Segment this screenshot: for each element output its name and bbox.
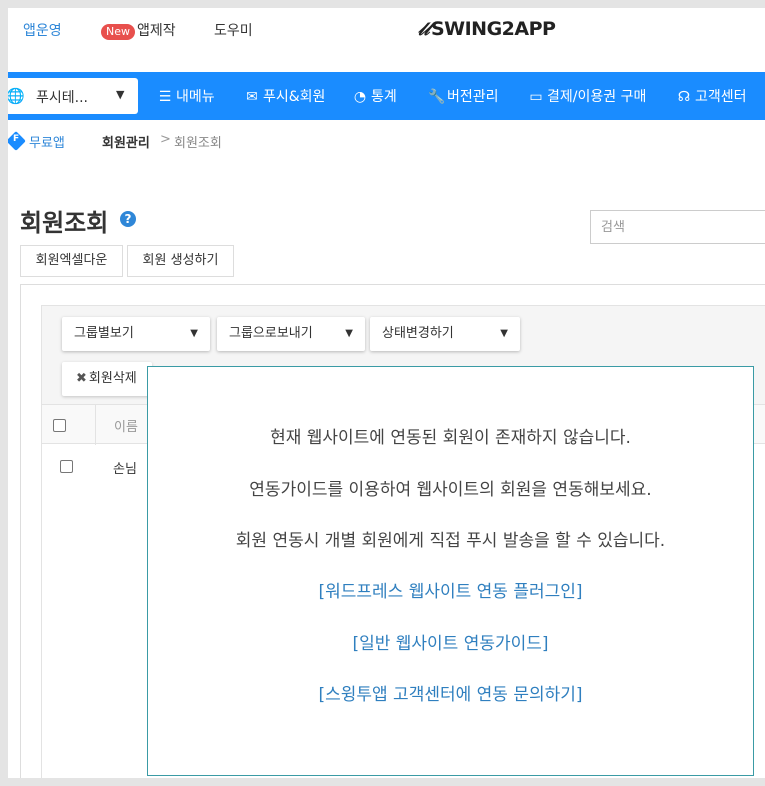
menu-item-version[interactable]: 🔧 버전관리 — [428, 86, 499, 106]
app-selector-label: 푸시테... — [36, 90, 88, 106]
menu-item-label: 고객센터 — [695, 89, 747, 105]
menu-item-label: 버전관리 — [447, 89, 499, 105]
group-view-dropdown[interactable]: 그룹별보기 ▼ — [62, 317, 210, 351]
globe-icon: 🌐 — [8, 87, 25, 105]
menu-icon: ☰ — [158, 89, 172, 105]
breadcrumb-separator: > — [160, 132, 171, 147]
breadcrumb-app[interactable]: 무료앱 — [29, 132, 65, 151]
menu-item-my-menu[interactable]: ☰ 내메뉴 — [157, 86, 215, 106]
menu-item-label: 결제/이용권 구매 — [547, 89, 647, 105]
menu-item-push-member[interactable]: ✉ 푸시&회원 — [244, 86, 325, 106]
change-status-dropdown[interactable]: 상태변경하기 ▼ — [370, 317, 520, 351]
menu-item-label: 통계 — [371, 89, 397, 105]
page-title: 회원조회 — [20, 209, 109, 237]
column-header-name[interactable]: 이름 — [114, 416, 138, 435]
dropdown-label: 상태변경하기 — [382, 326, 454, 341]
wordpress-plugin-link[interactable]: [워드프레스 웹사이트 연동 플러그인] — [148, 577, 753, 602]
delete-member-label: 회원삭제 — [88, 371, 137, 386]
headset-icon: ☊ — [677, 89, 691, 105]
no-linked-members-notice: 현재 웹사이트에 연동된 회원이 존재하지 않습니다. 연동가이드를 이용하여 … — [147, 366, 754, 776]
help-icon[interactable]: ? — [120, 211, 136, 227]
app-selector-dropdown[interactable]: 🌐 푸시테... ▼ — [8, 78, 138, 114]
select-all-checkbox[interactable] — [53, 419, 66, 432]
tab-app-make[interactable]: New 앱제작 — [101, 20, 176, 40]
notice-line-3: 회원 연동시 개별 회원에게 직접 푸시 발송을 할 수 있습니다. — [235, 531, 666, 551]
website-guide-link[interactable]: [일반 웹사이트 연동가이드] — [148, 629, 753, 654]
search-input[interactable] — [590, 210, 765, 244]
tab-app-make-label: 앱제작 — [137, 23, 176, 39]
menu-item-payment[interactable]: ▭ 결제/이용권 구매 — [528, 86, 646, 106]
wrench-icon: 🔧 — [428, 89, 446, 105]
menu-item-support[interactable]: ☊ 고객센터 — [676, 86, 747, 106]
create-member-button[interactable]: 회원 생성하기 — [127, 245, 234, 277]
column-divider — [95, 405, 96, 445]
app-window: 앱운영 New 앱제작 도우미 𝓁𝓁 SWING2APP 🌐 푸시테... ▼ ☰ 내… — [8, 8, 765, 778]
notice-line-2: 연동가이드를 이용하여 웹사이트의 회원을 연동해보세요. — [249, 480, 652, 500]
menu-item-label: 내메뉴 — [176, 89, 215, 105]
free-app-badge-letter: F — [13, 134, 20, 144]
caret-down-icon: ▼ — [345, 328, 353, 339]
tab-app-operate[interactable]: 앱운영 — [23, 20, 62, 40]
brand-logo[interactable]: 𝓁𝓁 SWING2APP — [418, 18, 556, 40]
logo-swirl-icon: 𝓁𝓁 — [418, 19, 429, 40]
breadcrumb-section[interactable]: 회원관리 — [102, 132, 150, 151]
support-inquiry-link[interactable]: [스윙투앱 고객센터에 연동 문의하기] — [148, 680, 753, 705]
tab-help[interactable]: 도우미 — [214, 20, 253, 40]
row-checkbox[interactable] — [60, 460, 73, 473]
dropdown-label: 그룹으로보내기 — [229, 326, 313, 341]
new-badge: New — [101, 24, 135, 40]
card-icon: ▭ — [529, 89, 543, 105]
menu-item-label: 푸시&회원 — [263, 89, 326, 105]
main-menu-bar: 🌐 푸시테... ▼ ☰ 내메뉴 ✉ 푸시&회원 ◔ 통계 🔧 버전관리 ▭ 결제/이용권… — [8, 72, 765, 120]
notice-line-1: 현재 웹사이트에 연동된 회원이 존재하지 않습니다. — [270, 428, 631, 448]
close-icon: ✖ — [76, 371, 87, 386]
caret-down-icon: ▼ — [116, 88, 125, 101]
send-to-group-dropdown[interactable]: 그룹으로보내기 ▼ — [217, 317, 365, 351]
logo-text: SWING2APP — [430, 18, 556, 40]
pie-chart-icon: ◔ — [353, 89, 367, 105]
delete-member-button[interactable]: ✖ 회원삭제 — [62, 362, 152, 396]
caret-down-icon: ▼ — [500, 328, 508, 339]
table-cell-name[interactable]: 손님 — [113, 458, 137, 477]
dropdown-label: 그룹별보기 — [74, 326, 134, 341]
caret-down-icon: ▼ — [190, 328, 198, 339]
top-navigation: 앱운영 New 앱제작 도우미 𝓁𝓁 SWING2APP — [8, 8, 765, 68]
excel-download-button[interactable]: 회원엑셀다운 — [20, 245, 123, 277]
mail-icon: ✉ — [246, 89, 258, 105]
breadcrumb-current: 회원조회 — [174, 136, 222, 151]
menu-item-stats[interactable]: ◔ 통계 — [352, 86, 397, 106]
